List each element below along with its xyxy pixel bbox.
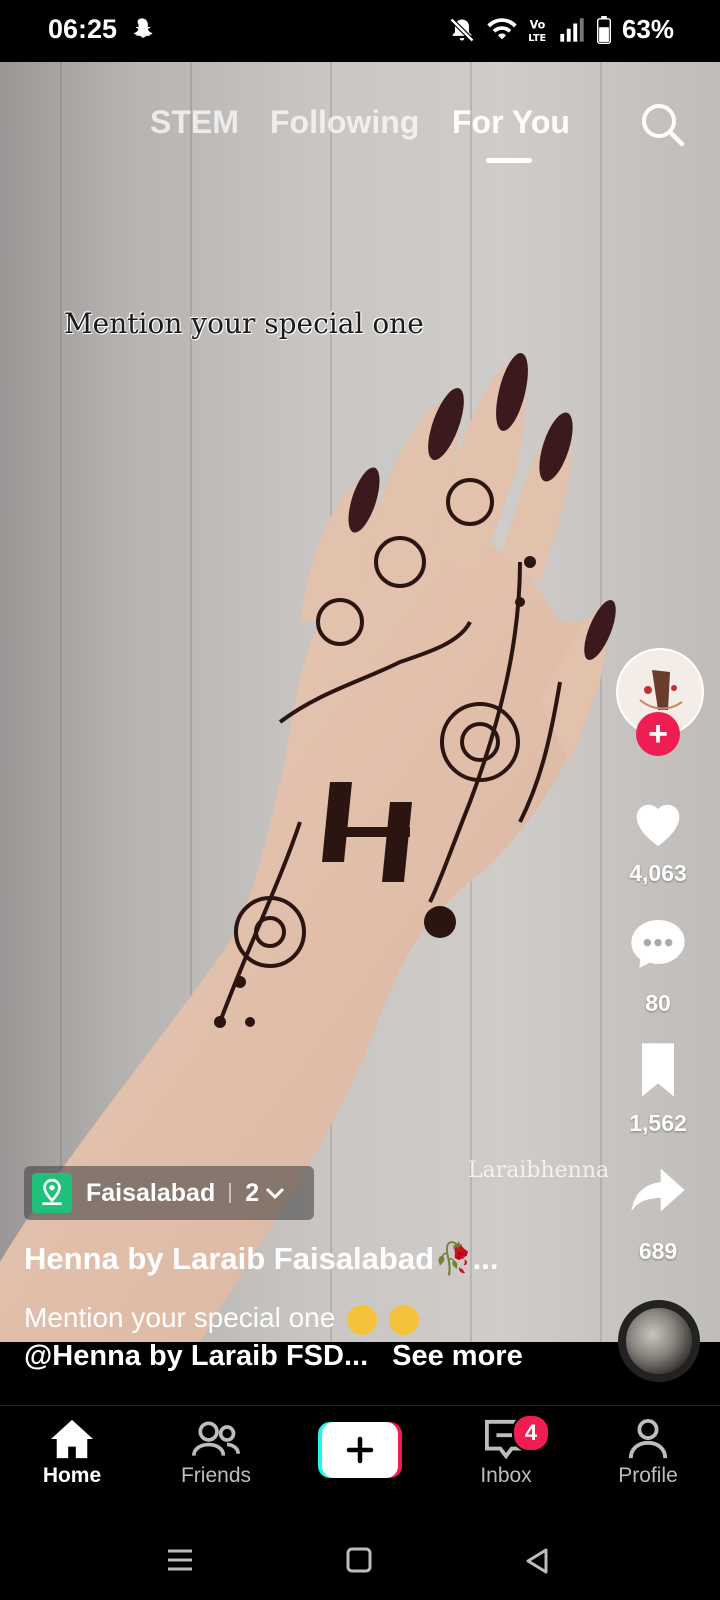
volte-icon: Vo LTE (528, 18, 546, 44)
caption-text: Mention your special one (24, 1302, 336, 1333)
heart-icon[interactable] (626, 790, 690, 854)
comment-count: 80 (645, 990, 671, 1016)
emoji-icon (347, 1304, 378, 1335)
nav-friends[interactable]: Friends (146, 1418, 286, 1488)
svg-text:Vo: Vo (530, 18, 546, 31)
follow-plus-button[interactable]: + (636, 712, 680, 756)
battery-icon (596, 15, 611, 44)
wifi-icon (487, 17, 517, 39)
music-disc[interactable] (618, 1300, 700, 1382)
home-square-icon[interactable] (346, 1547, 372, 1573)
mention-text[interactable]: @Henna by Laraib FSD... (24, 1340, 368, 1372)
save-count: 1,562 (629, 1110, 687, 1136)
friends-icon (192, 1421, 240, 1456)
nav-profile-label: Profile (618, 1464, 678, 1487)
signal-icon (560, 17, 584, 42)
tab-for-you[interactable]: For You (452, 104, 570, 141)
location-name: Faisalabad (86, 1178, 216, 1207)
mute-bell-icon (449, 17, 475, 42)
emoji-icon (388, 1304, 419, 1335)
see-more-link[interactable]: See more (392, 1340, 523, 1372)
active-tab-indicator (486, 158, 532, 163)
profile-icon (628, 1418, 668, 1459)
bookmark-icon[interactable] (626, 1038, 690, 1102)
location-count: 2 (245, 1178, 260, 1207)
snapchat-icon (134, 18, 153, 38)
search-icon[interactable] (638, 100, 688, 150)
like-count: 4,063 (629, 860, 687, 886)
nav-inbox-label: Inbox (480, 1464, 532, 1487)
feed-tabs: STEM Following For You (0, 100, 720, 170)
battery-percent: 63% (621, 14, 674, 44)
nav-home[interactable]: Home (2, 1418, 142, 1488)
svg-text:LTE: LTE (528, 33, 546, 44)
nav-home-label: Home (42, 1464, 102, 1487)
location-tag[interactable]: Faisalabad 2 (24, 1166, 314, 1220)
mention-line: @Henna by Laraib FSD... See more (24, 1340, 523, 1373)
video-overlay-text: Mention your special one (64, 307, 424, 340)
share-icon[interactable] (626, 1158, 690, 1222)
status-time: 06:25 (48, 14, 118, 44)
inbox-badge: 4 (512, 1414, 550, 1452)
location-pin-icon (32, 1173, 72, 1213)
tab-stem[interactable]: STEM (150, 104, 239, 141)
back-triangle-icon[interactable] (524, 1547, 550, 1575)
create-plus-button[interactable] (318, 1422, 402, 1478)
nav-profile[interactable]: Profile (578, 1418, 718, 1488)
video-watermark: Laraibhenna (468, 1158, 610, 1183)
video-player[interactable]: Mention your special one Laraibhenna (0, 62, 720, 1342)
home-icon (51, 1419, 93, 1459)
post-caption: Mention your special one (24, 1302, 419, 1335)
location-divider (229, 1183, 232, 1203)
nav-inbox[interactable]: Inbox (436, 1418, 576, 1488)
status-bar: 06:25 Vo LTE 63% (0, 0, 720, 62)
system-nav-bar (0, 1525, 720, 1600)
chevron-down-icon (266, 1187, 285, 1200)
henna-hand-image (0, 353, 616, 1342)
comment-icon[interactable] (626, 912, 690, 976)
share-count: 689 (638, 1238, 678, 1264)
recents-menu-icon[interactable] (166, 1547, 194, 1573)
bottom-nav: Home Friends Inbox 4 Profile (0, 1405, 720, 1526)
tab-following[interactable]: Following (270, 104, 419, 141)
nav-friends-label: Friends (180, 1464, 252, 1487)
creator-name[interactable]: Henna by Laraib Faisalabad🥀... (24, 1240, 498, 1277)
